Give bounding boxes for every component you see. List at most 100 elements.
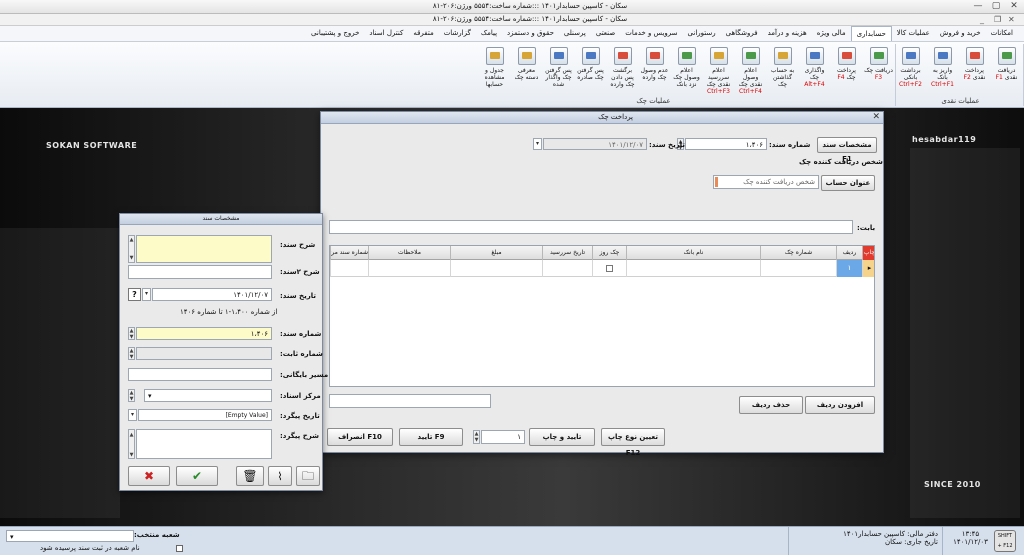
close-button[interactable]: ✕ [1006,1,1022,12]
menu-item[interactable]: حسابداری [850,26,892,41]
ribbon-button[interactable]: جدول و مشاهده حسابها [480,46,509,94]
ribbon-button[interactable]: معرفی دسته چک [512,46,541,94]
column-header[interactable]: ملاحظات [368,246,450,260]
account-title-button[interactable]: عنوان حساب [821,175,875,191]
menu-item[interactable]: فروشگاهی [721,26,763,41]
column-header[interactable]: چاپ [862,246,874,260]
menu-item[interactable]: امکانات [986,26,1018,41]
confirm-print-button[interactable]: تایید و چاپ [529,428,595,446]
status-field[interactable] [329,394,491,408]
side-number-spin[interactable]: ▲ ▼ [128,327,135,340]
menu-item[interactable]: صنعتی [591,26,620,41]
doc-date-field[interactable]: ۱۴۰۱/۱۲/۰۷ [543,138,647,150]
column-header[interactable]: نام بانک [626,246,760,260]
column-header[interactable]: شماره سند مرتبط [330,246,368,260]
linked-doc-cell[interactable] [330,260,368,277]
menu-item[interactable]: حقوق و دستمزد [502,26,559,41]
sharh-textarea[interactable] [136,235,272,263]
ribbon-button[interactable]: برگشت پس دادن چک وارده [608,46,637,94]
menu-item[interactable]: خروج و پشتیبانی [306,26,364,41]
maximize-button[interactable]: ▢ [988,1,1004,12]
doc-center-spin[interactable]: ▲ ▼ [128,389,135,402]
followup-date-dropdown[interactable]: ▾ [128,409,137,421]
print-type-button[interactable]: تعیین نوع چاپ F12 [601,428,665,457]
menu-item[interactable]: عملیات کالا [892,26,935,41]
menu-item[interactable]: هزینه و درآمد [763,26,812,41]
copies-spin[interactable]: ▲ ▼ [473,430,480,444]
cancel-button[interactable]: انصراف F10 [327,428,393,446]
ribbon-button[interactable]: برداشت بانکی Ctrl+F2 [896,46,925,94]
minimize-button[interactable]: — [970,1,986,12]
inner-restore-icon[interactable]: ❐ [994,15,1001,24]
dialog-close-icon[interactable]: ✕ [872,112,880,122]
column-header[interactable]: چک روز [592,246,626,260]
followup-desc-textarea[interactable] [136,429,272,459]
column-header[interactable]: ردیف [836,246,862,260]
radif-cell[interactable]: ۱ [836,260,862,277]
menu-item[interactable]: پیامک [476,26,502,41]
notes-cell[interactable] [368,260,450,277]
ribbon-button[interactable]: دریافت چک F3 [864,46,893,94]
inner-close-icon[interactable]: ✕ [1008,15,1015,24]
side-date-dropdown[interactable]: ▾ [142,288,151,301]
open-folder-button[interactable]: 🗀 [296,466,320,486]
ribbon-button[interactable]: پرداخت چک F4 [832,46,861,94]
ribbon-button[interactable]: پس گرفتن چک واگذار شده [544,46,573,94]
copies-field[interactable]: ۱ [481,430,525,444]
ribbon-button[interactable]: پس گرفتن چک صادره [576,46,605,94]
inner-minimize-icon[interactable]: _ [980,15,984,24]
doc-date-dropdown[interactable]: ▾ [533,138,542,150]
archive-path-input[interactable] [128,368,272,381]
menu-item[interactable]: پرسنلی [559,26,591,41]
ribbon-button[interactable]: اعلام وصول چک نزد بانک [672,46,701,94]
menu-item[interactable]: رستورانی [683,26,721,41]
ribbon-button[interactable]: پرداخت نقدی F2 [960,46,989,94]
menu-item[interactable]: سرویس و خدمات [620,26,682,41]
attach-button[interactable]: ⌇ [268,466,292,486]
ribbon-button-label: عدم وصول چک وارده [640,67,669,81]
building-shape [0,228,120,518]
delete-row-button[interactable]: حذف ردیف [739,396,803,414]
sharh-scroll[interactable]: ▲ ▼ [128,235,135,263]
day-cheque-checkbox[interactable] [606,264,613,272]
branch-select[interactable]: ▾ [6,530,134,542]
menu-item[interactable]: مالی ویژه [812,26,851,41]
menu-item[interactable]: متفرقه [408,26,438,41]
side-date-field[interactable]: ۱۴۰۱/۱۲/۰۷ [152,288,272,301]
ribbon-button[interactable]: واریز به بانک Ctrl+F1 [928,46,957,94]
ribbon-button[interactable]: اعلام وصول نقدی چک Ctrl+F4 [736,46,765,95]
confirm-button[interactable]: تایید F9 [399,428,463,446]
ribbon-button[interactable]: عدم وصول چک وارده [640,46,669,94]
side-number-field[interactable]: ۱،۴۰۶ [136,327,272,340]
branch-checkbox[interactable] [176,545,183,552]
ribbon-button[interactable]: دریافت نقدی F1 [992,46,1021,94]
ribbon-button[interactable]: اعلام سررسید نقدی چک Ctrl+F3 [704,46,733,95]
amount-cell[interactable] [450,260,542,277]
doc-spec-button[interactable]: مشخصات سند F1 [817,137,877,163]
add-row-button[interactable]: افزودن ردیف [805,396,875,414]
due-date-cell[interactable] [542,260,592,277]
column-header[interactable]: تاریخ سررسید [542,246,592,260]
doc-number-field[interactable]: ۱،۴۰۶ [685,138,767,150]
followup-date-field[interactable]: [Empty Value] [138,409,272,421]
sharh2-input[interactable] [128,265,272,279]
menu-item[interactable]: کنترل اسناد [364,26,408,41]
help-icon[interactable]: ? [128,288,141,301]
menu-item[interactable]: خرید و فروش [935,26,986,41]
bank-name-cell[interactable] [626,260,760,277]
followup-desc-scroll[interactable]: ▲ ▼ [128,429,135,459]
ribbon-button[interactable]: واگذاری چک Alt+F4 [800,46,829,94]
menu-item[interactable]: گزارشات [439,26,476,41]
receiver-input[interactable]: شخص دریافت کننده چک [713,175,819,189]
accept-button[interactable]: ✔ [176,466,218,486]
column-header[interactable]: شماره چک [760,246,836,260]
table-row[interactable]: ▸ ۱ [330,260,874,277]
column-header[interactable]: مبلغ [450,246,542,260]
ribbon-button[interactable]: به حساب گذاشتن چک [768,46,797,94]
day-cheque-cell[interactable] [592,260,626,277]
delete-doc-button[interactable]: 🗑 [236,466,264,486]
reject-button[interactable]: ✖ [128,466,170,486]
doc-center-select[interactable]: ▾ [144,389,272,402]
cheque-number-cell[interactable] [760,260,836,277]
babat-input[interactable] [329,220,853,234]
